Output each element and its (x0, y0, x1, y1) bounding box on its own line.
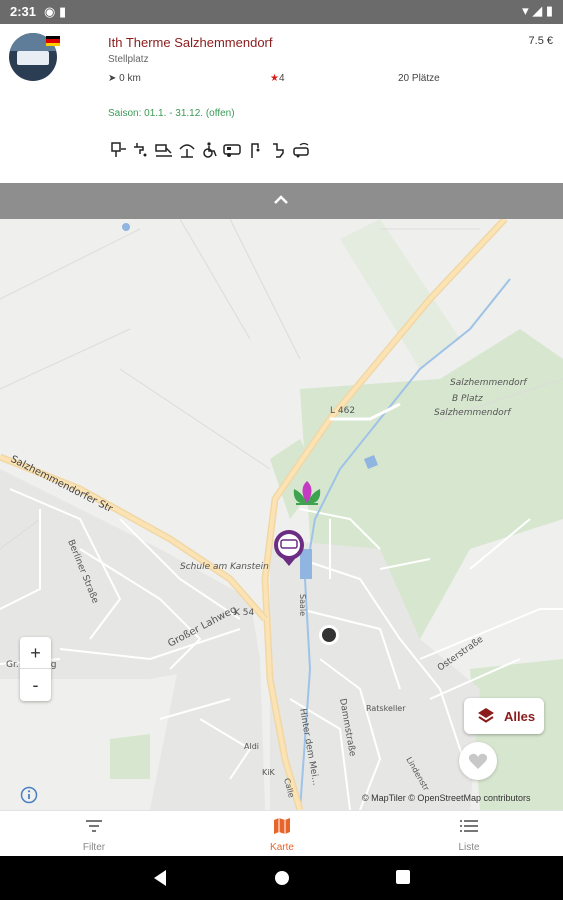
system-status-icons: ▾ ◢ ▮ (522, 3, 553, 18)
favorite-button[interactable] (459, 742, 497, 780)
place-type: Stellplatz (108, 54, 149, 65)
map-label-village-1: Salzhemmendorf (450, 378, 528, 388)
notification-icons: ◉ ▮ (44, 4, 67, 19)
shower-icon (177, 141, 197, 159)
nav-list[interactable]: Liste (429, 816, 509, 853)
wifi-vehicle-icon (292, 141, 312, 159)
map-label-village-3: Salzhemmendorf (434, 408, 512, 418)
caravan-icon (223, 141, 243, 159)
map-label-ratsk: Ratskeller (366, 704, 406, 713)
place-season: Saison: 01.1. - 31.12. (offen) (108, 108, 235, 119)
place-name[interactable]: Ith Therme Salzhemmendorf (108, 35, 273, 50)
map-label-school: Schule am Kanstein (180, 562, 269, 572)
nav-map[interactable]: Karte (242, 816, 322, 853)
german-flag-icon (46, 36, 60, 46)
heart-icon (468, 753, 488, 769)
map-label-village-2: B Platz (452, 394, 483, 404)
zoom-in-button[interactable]: + (20, 637, 51, 669)
filter-icon (54, 816, 134, 836)
place-price: 7.5 € (528, 35, 553, 47)
recents-icon[interactable] (395, 869, 411, 890)
map-icon (242, 816, 322, 836)
bottom-navigation: Filter Karte Liste (0, 810, 563, 856)
nav-list-label: Liste (458, 842, 480, 853)
place-capacity: 20 Plätze (398, 73, 440, 84)
nav-filter[interactable]: Filter (54, 816, 134, 853)
status-bar: 2:31 ◉ ▮ ▾ ◢ ▮ (0, 0, 563, 24)
cursor-icon: ➤ (108, 73, 117, 84)
place-card[interactable]: Ith Therme Salzhemmendorf Stellplatz 7.5… (0, 24, 563, 183)
home-icon[interactable] (273, 869, 291, 892)
map-label-aldi: Aldi (244, 742, 259, 751)
distance-value: 0 km (119, 73, 141, 84)
star-icon: ★ (270, 73, 279, 84)
chevron-up-icon[interactable] (272, 193, 290, 212)
current-location-icon (319, 625, 339, 645)
place-rating: ★4 (270, 73, 285, 84)
map-attribution[interactable]: © MapTiler © OpenStreetMap contributors (362, 793, 531, 803)
status-time: 2:31 (10, 4, 37, 19)
map-label-kik: KiK (262, 768, 275, 777)
info-icon (20, 786, 38, 804)
lamp-icon (246, 141, 266, 159)
system-navigation-bar (0, 856, 563, 900)
map-label-road-6: K 54 (234, 608, 254, 618)
layers-icon (476, 706, 496, 731)
toilet-icon (269, 141, 289, 159)
map-label-saale: Saale (298, 594, 307, 616)
water-tap-icon (131, 141, 151, 159)
layer-filter-button[interactable]: Alles (464, 698, 544, 734)
back-icon[interactable] (152, 869, 168, 892)
dump-station-icon (154, 141, 174, 159)
place-distance: ➤ 0 km (108, 73, 141, 84)
layer-filter-label: Alles (504, 709, 536, 724)
map-label-oster: Osterstraße (436, 634, 486, 673)
map-label-road-5: L 462 (330, 406, 355, 416)
map-info-button[interactable] (20, 786, 38, 809)
amenity-icons (108, 141, 312, 159)
accessible-icon (200, 141, 220, 159)
zoom-out-button[interactable]: - (20, 669, 51, 701)
list-icon (429, 816, 509, 836)
nav-map-label: Karte (270, 842, 294, 853)
rating-value: 4 (278, 73, 285, 84)
zoom-control: + - (20, 637, 51, 701)
power-plug-icon (108, 141, 128, 159)
nav-filter-label: Filter (82, 842, 106, 853)
collapse-panel-bar[interactable] (0, 183, 563, 219)
